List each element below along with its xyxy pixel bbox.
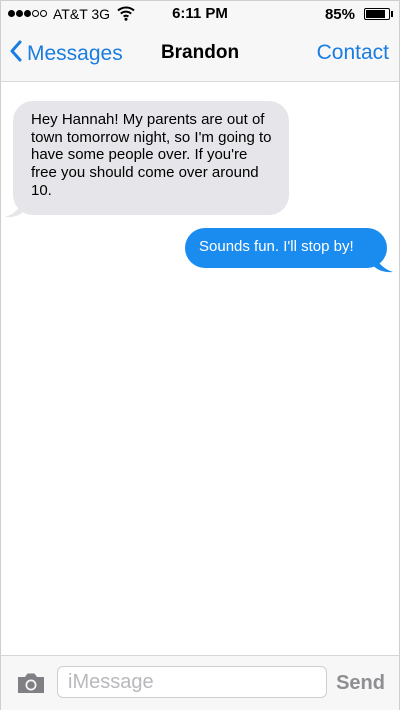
battery-percent: 85% bbox=[324, 6, 355, 23]
message-composer: Send bbox=[1, 655, 399, 710]
battery-level bbox=[366, 10, 385, 18]
incoming-message: Hey Hannah! My parents are out of town t… bbox=[13, 101, 289, 216]
outgoing-message: Sounds fun. I'll stop by! bbox=[185, 228, 387, 268]
contact-button[interactable]: Contact bbox=[317, 41, 389, 65]
camera-icon[interactable] bbox=[16, 672, 46, 699]
status-bar: AT&T 3G 6:11 PM 85% bbox=[1, 1, 399, 27]
battery-icon bbox=[364, 8, 390, 20]
message-input[interactable] bbox=[57, 666, 327, 698]
outgoing-bubble-tail bbox=[371, 251, 393, 273]
navigation-bar: Messages Brandon Contact bbox=[1, 27, 399, 82]
phone-screen: AT&T 3G 6:11 PM 85% Messages Brandon Con… bbox=[0, 0, 400, 710]
battery-tip bbox=[391, 11, 393, 17]
incoming-bubble-tail bbox=[5, 196, 27, 218]
send-button[interactable]: Send bbox=[336, 672, 385, 695]
